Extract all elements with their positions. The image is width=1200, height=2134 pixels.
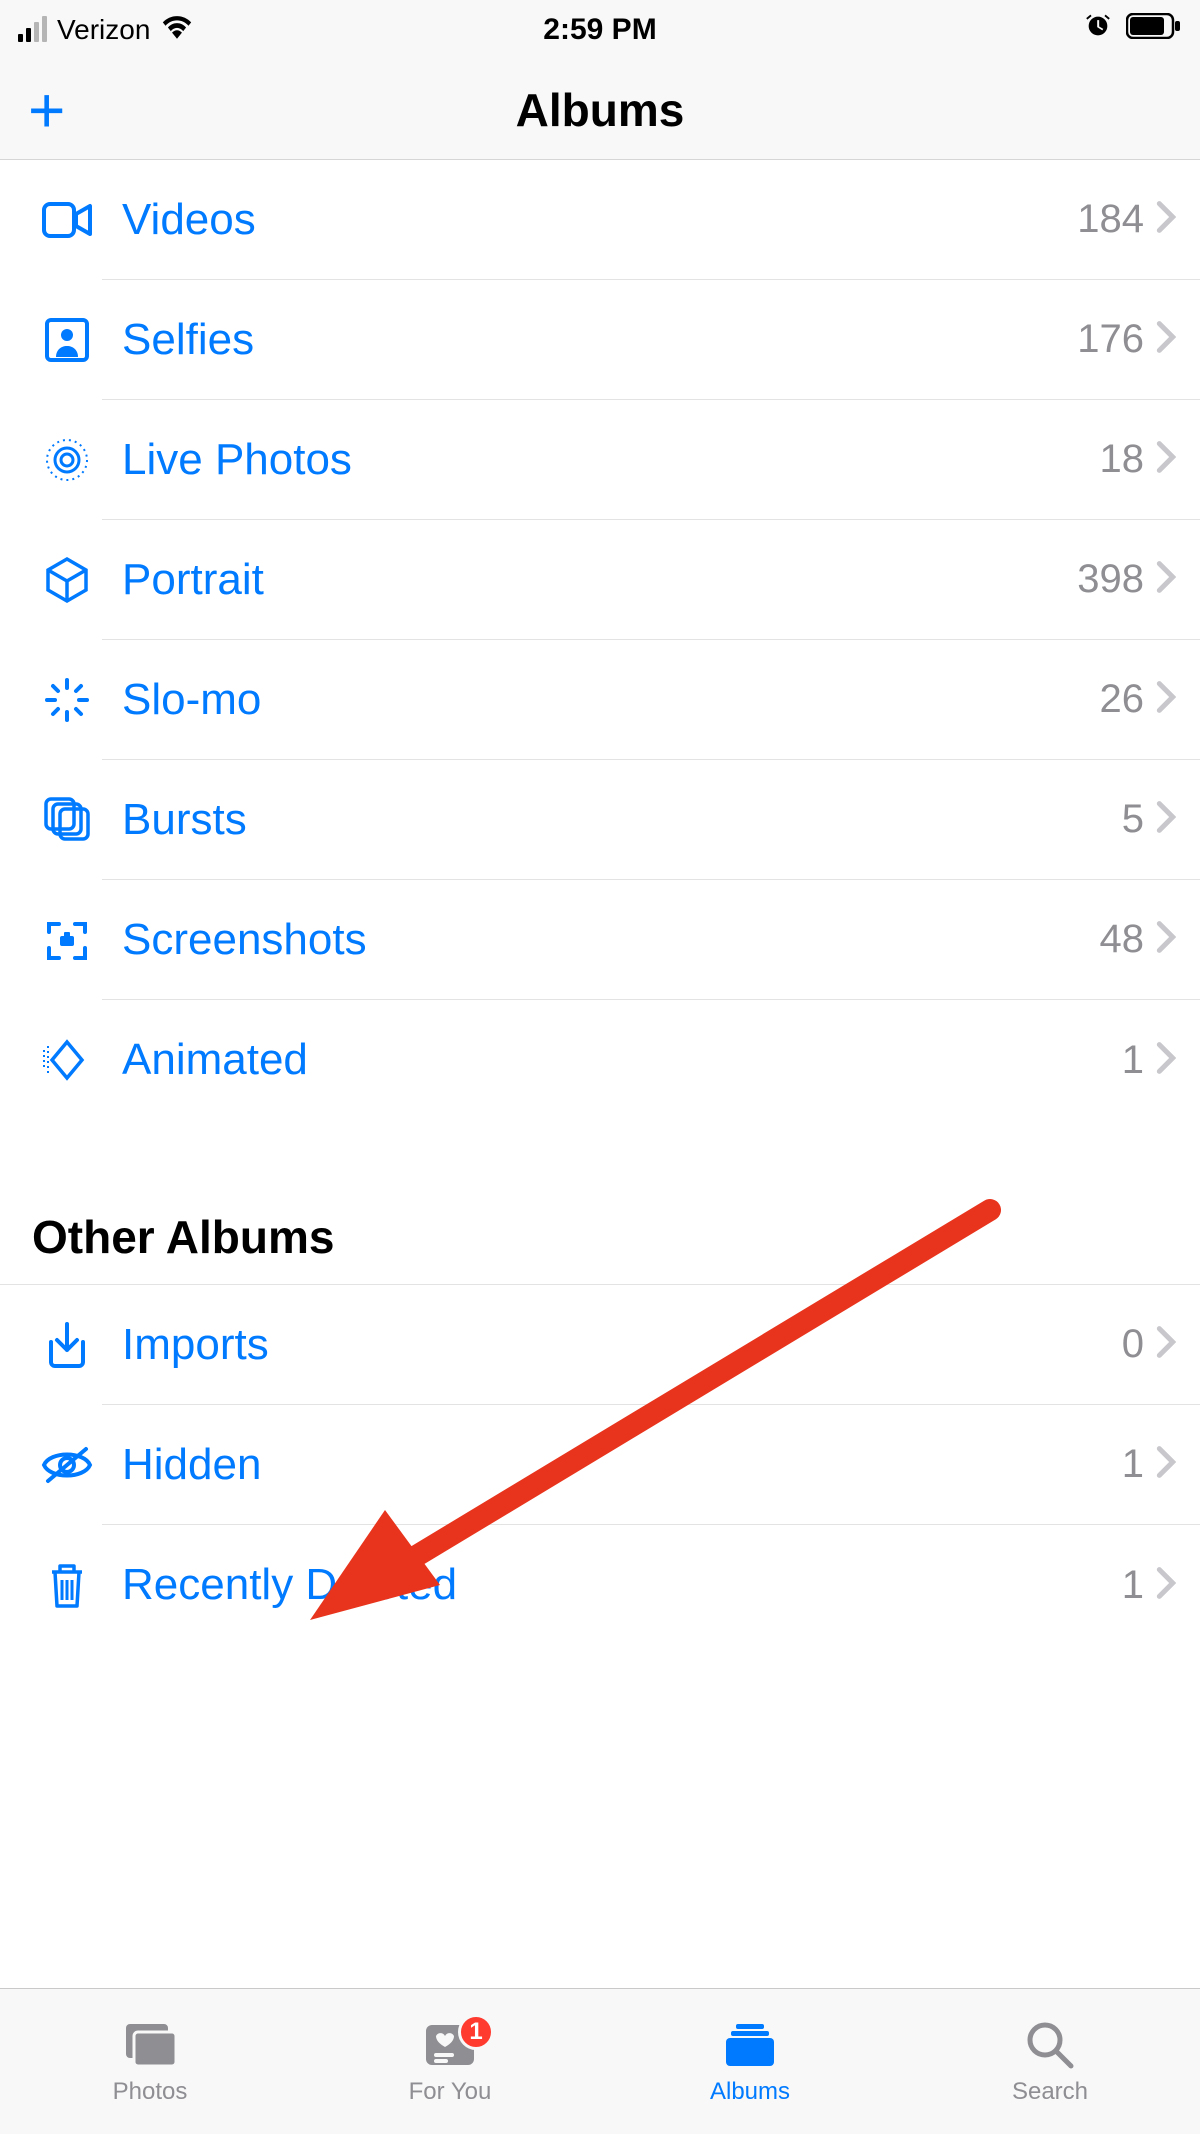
album-row-animated[interactable]: Animated 1 xyxy=(0,1000,1200,1120)
album-label: Slo-mo xyxy=(102,675,1100,725)
album-label: Live Photos xyxy=(102,435,1100,485)
album-count: 26 xyxy=(1100,677,1145,722)
album-count: 18 xyxy=(1100,437,1145,482)
section-header-other: Other Albums xyxy=(0,1210,1200,1285)
animated-icon xyxy=(32,1036,102,1084)
album-count: 176 xyxy=(1077,317,1144,362)
album-row-selfies[interactable]: Selfies 176 xyxy=(0,280,1200,400)
album-row-screenshots[interactable]: Screenshots 48 xyxy=(0,880,1200,1000)
album-label: Imports xyxy=(102,1320,1122,1370)
status-right xyxy=(1084,12,1182,48)
photos-tab-icon xyxy=(120,2018,180,2072)
album-label: Screenshots xyxy=(102,915,1100,965)
album-count: 5 xyxy=(1122,797,1144,842)
tab-albums[interactable]: Albums xyxy=(600,2018,900,2106)
album-label: Selfies xyxy=(102,315,1077,365)
album-row-bursts[interactable]: Bursts 5 xyxy=(0,760,1200,880)
live-icon xyxy=(32,436,102,484)
album-row-recently-deleted[interactable]: Recently Deleted 1 xyxy=(0,1525,1200,1645)
chevron-right-icon xyxy=(1156,1445,1176,1484)
album-label: Bursts xyxy=(102,795,1122,845)
tab-label: Albums xyxy=(710,2078,790,2106)
album-count: 48 xyxy=(1100,917,1145,962)
status-left: Verizon xyxy=(18,13,194,47)
tab-for-you[interactable]: 1 For You xyxy=(300,2018,600,2106)
chevron-right-icon xyxy=(1156,800,1176,839)
signal-icon xyxy=(18,18,47,42)
albums-tab-icon xyxy=(720,2018,780,2072)
album-label: Animated xyxy=(102,1035,1122,1085)
tab-search[interactable]: Search xyxy=(900,2018,1200,2106)
tab-badge: 1 xyxy=(458,2014,494,2050)
tab-label: For You xyxy=(409,2078,492,2106)
content-scroll[interactable]: Videos 184 Selfies 176 Live Photos 18 Po… xyxy=(0,160,1200,1988)
alarm-icon xyxy=(1084,12,1112,48)
album-count: 398 xyxy=(1077,557,1144,602)
album-row-imports[interactable]: Imports 0 xyxy=(0,1285,1200,1405)
album-count: 1 xyxy=(1122,1038,1144,1083)
add-button[interactable]: + xyxy=(28,78,65,142)
chevron-right-icon xyxy=(1156,1325,1176,1364)
album-count: 184 xyxy=(1077,197,1144,242)
slomo-icon xyxy=(32,676,102,724)
carrier-label: Verizon xyxy=(57,14,150,46)
portrait-icon xyxy=(32,555,102,605)
chevron-right-icon xyxy=(1156,560,1176,599)
tab-label: Search xyxy=(1012,2078,1088,2106)
chevron-right-icon xyxy=(1156,200,1176,239)
video-icon xyxy=(32,202,102,238)
status-bar: Verizon 2:59 PM xyxy=(0,0,1200,60)
status-time: 2:59 PM xyxy=(543,13,656,47)
chevron-right-icon xyxy=(1156,680,1176,719)
album-row-live-photos[interactable]: Live Photos 18 xyxy=(0,400,1200,520)
tab-label: Photos xyxy=(113,2078,188,2106)
album-row-hidden[interactable]: Hidden 1 xyxy=(0,1405,1200,1525)
tab-bar: Photos 1 For You Albums Search xyxy=(0,1988,1200,2134)
imports-icon xyxy=(32,1320,102,1370)
wifi-icon xyxy=(160,13,194,47)
selfies-icon xyxy=(32,317,102,363)
album-count: 0 xyxy=(1122,1322,1144,1367)
chevron-right-icon xyxy=(1156,320,1176,359)
nav-bar: + Albums xyxy=(0,60,1200,160)
page-title: Albums xyxy=(516,83,685,137)
hidden-icon xyxy=(32,1445,102,1485)
album-row-videos[interactable]: Videos 184 xyxy=(0,160,1200,280)
chevron-right-icon xyxy=(1156,920,1176,959)
trash-icon xyxy=(32,1560,102,1610)
album-label: Recently Deleted xyxy=(102,1560,1122,1610)
album-count: 1 xyxy=(1122,1442,1144,1487)
chevron-right-icon xyxy=(1156,1566,1176,1605)
screenshots-icon xyxy=(32,916,102,964)
album-label: Videos xyxy=(102,195,1077,245)
album-row-portrait[interactable]: Portrait 398 xyxy=(0,520,1200,640)
album-label: Portrait xyxy=(102,555,1077,605)
search-tab-icon xyxy=(1025,2018,1075,2072)
album-row-slomo[interactable]: Slo-mo 26 xyxy=(0,640,1200,760)
chevron-right-icon xyxy=(1156,1041,1176,1080)
album-label: Hidden xyxy=(102,1440,1122,1490)
tab-photos[interactable]: Photos xyxy=(0,2018,300,2106)
album-count: 1 xyxy=(1122,1563,1144,1608)
bursts-icon xyxy=(32,797,102,843)
chevron-right-icon xyxy=(1156,440,1176,479)
battery-icon xyxy=(1126,13,1182,47)
